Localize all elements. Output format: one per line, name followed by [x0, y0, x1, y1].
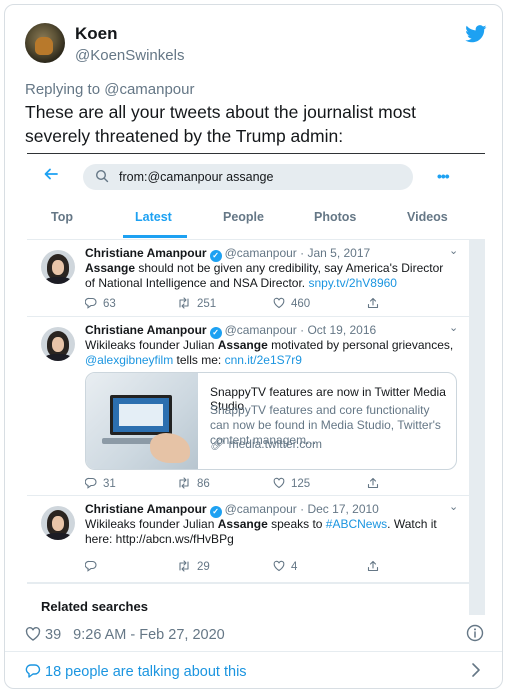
hashtag-link: #ABCNews: [325, 517, 388, 531]
share-action: [367, 297, 385, 310]
footer-divider: [5, 651, 502, 652]
share-action: [367, 560, 385, 573]
tweet-meta: 39 9:26 AM - Feb 27, 2020: [25, 626, 225, 643]
result-avatar: [41, 327, 75, 361]
result-avatar: [41, 250, 75, 284]
share-icon: [367, 560, 379, 572]
reply-icon: [84, 477, 97, 489]
result-body: Assange should not be given any credibil…: [85, 261, 444, 290]
result-tweet: Christiane Amanpour ✓ @camanpour · Jan 5, …: [27, 240, 469, 316]
tab-videos: Videos: [407, 210, 448, 224]
search-icon: [95, 169, 109, 183]
chevron-down-icon: ⌄: [449, 501, 459, 513]
link-card-image: [86, 373, 198, 469]
related-searches-title: Related searches: [41, 599, 148, 614]
reply-icon: [84, 297, 97, 309]
result-avatar: [41, 506, 75, 540]
reply-action: [84, 560, 103, 573]
chevron-down-icon: ⌄: [449, 322, 459, 334]
result-date: Jan 5, 2017: [307, 246, 371, 260]
retweet-icon: [179, 560, 189, 572]
result-handle: @camanpour: [224, 246, 297, 260]
retweet-action: 29: [177, 560, 210, 573]
link-card: SnappyTV features are now in Twitter Med…: [85, 372, 457, 470]
tab-top: Top: [51, 210, 73, 224]
embedded-screenshot[interactable]: from:@camanpour assange ••• Top Latest P…: [27, 153, 485, 615]
result-tweet: Christiane Amanpour ✓ @camanpour · Dec 17,…: [27, 496, 469, 582]
result-actions: 31 86 125: [84, 477, 425, 491]
replying-to-prefix: Replying to: [25, 81, 105, 98]
like-action: 125: [273, 477, 310, 490]
conversation-link[interactable]: 18 people are talking about this: [25, 663, 247, 680]
result-link: cnn.it/2e1S7r9: [224, 353, 302, 367]
replying-to: Replying to @camanpour: [25, 81, 195, 98]
like-action: 460: [273, 297, 310, 310]
mention-link: @alexgibneyfilm: [85, 353, 174, 367]
result-name: Christiane Amanpour: [85, 502, 207, 516]
tab-people: People: [223, 210, 264, 224]
reply-mention-link[interactable]: @camanpour: [104, 81, 194, 98]
heart-icon: [273, 477, 285, 489]
twitter-bird-icon[interactable]: [465, 25, 487, 43]
result-actions: 63 251 460: [84, 297, 425, 311]
result-name: Christiane Amanpour: [85, 246, 207, 260]
share-action: [367, 477, 385, 490]
result-header: Christiane Amanpour ✓ @camanpour · Oct 19,…: [85, 323, 377, 339]
tab-photos: Photos: [314, 210, 357, 224]
retweet-action: 86: [177, 477, 210, 490]
result-body: Wikileaks founder Julian Assange speaks …: [85, 517, 437, 546]
speech-bubble-icon: [25, 664, 41, 678]
author-name[interactable]: Koen: [75, 24, 118, 44]
result-body: Wikileaks founder Julian Assange motivat…: [85, 338, 454, 367]
result-header: Christiane Amanpour ✓ @camanpour · Jan 5, …: [85, 246, 371, 262]
result-actions: 29 4: [84, 560, 425, 574]
search-box: from:@camanpour assange: [83, 164, 413, 190]
like-button[interactable]: 39: [25, 626, 61, 643]
tab-latest: Latest: [135, 210, 172, 224]
share-icon: [367, 477, 379, 489]
chevron-down-icon: ⌄: [449, 245, 459, 257]
result-handle: @camanpour: [224, 502, 297, 516]
like-count[interactable]: 39: [45, 627, 61, 643]
share-icon: [367, 297, 379, 309]
result-date: Dec 17, 2010: [307, 502, 379, 516]
back-arrow-icon: [44, 168, 58, 180]
tweet-card: Koen @KoenSwinkels Replying to @camanpou…: [4, 4, 503, 689]
active-tab-indicator: [123, 235, 187, 238]
author-avatar[interactable]: [25, 23, 65, 63]
tweet-text: These are all your tweets about the jour…: [25, 102, 417, 146]
like-action: 4: [273, 560, 297, 573]
link-card-domain: 🔗︎ media.twitter.com: [210, 437, 322, 451]
heart-icon[interactable]: [25, 626, 41, 642]
link-icon: 🔗︎: [210, 437, 229, 451]
timestamp[interactable]: 9:26 AM - Feb 27, 2020: [73, 627, 225, 643]
result-name: Christiane Amanpour: [85, 323, 207, 337]
more-options-icon: •••: [437, 168, 450, 184]
reply-action: 31: [84, 477, 116, 490]
heart-icon: [273, 560, 285, 572]
reply-icon: [84, 560, 97, 572]
info-icon[interactable]: [466, 624, 484, 642]
result-handle: @camanpour: [224, 323, 297, 337]
result-date: Oct 19, 2016: [307, 323, 377, 337]
heart-icon: [273, 297, 285, 309]
search-header: from:@camanpour assange ••• Top Latest P…: [27, 154, 485, 240]
retweet-action: 251: [177, 297, 216, 310]
result-tweet: Christiane Amanpour ✓ @camanpour · Oct 19,…: [27, 317, 469, 495]
conversation-text[interactable]: 18 people are talking about this: [45, 664, 247, 680]
retweet-icon: [179, 477, 189, 489]
chevron-right-icon[interactable]: [471, 662, 481, 678]
related-searches: Related searches: [27, 584, 469, 615]
result-header: Christiane Amanpour ✓ @camanpour · Dec 17,…: [85, 502, 379, 518]
result-link: snpy.tv/2hV8960: [308, 276, 397, 290]
author-handle[interactable]: @KoenSwinkels: [75, 47, 184, 64]
reply-action: 63: [84, 297, 116, 310]
retweet-icon: [179, 297, 189, 309]
search-query: from:@camanpour assange: [119, 170, 274, 184]
